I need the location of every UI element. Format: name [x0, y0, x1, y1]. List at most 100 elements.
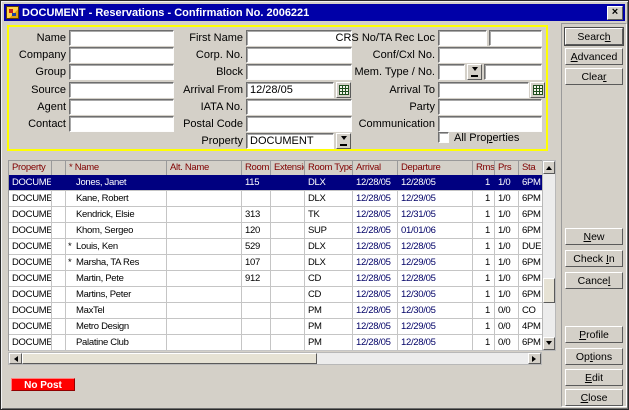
options-button[interactable]: Options: [565, 348, 623, 365]
edit-button[interactable]: Edit: [565, 369, 623, 386]
table-header: Property * NameAlt. NameRoomExtensionRoom…: [8, 160, 543, 175]
cancel-button[interactable]: Cancel: [565, 272, 623, 289]
cell-blank: [52, 223, 66, 238]
block-label: Block: [151, 66, 243, 78]
corp-no-label: Corp. No.: [151, 49, 243, 61]
cell-extension: [271, 223, 305, 238]
cell-room_type: TK: [305, 207, 353, 222]
arrival-to-calendar-button[interactable]: [530, 82, 545, 98]
ta-rec-loc-field[interactable]: [489, 30, 542, 46]
horizontal-scrollbar[interactable]: [8, 352, 542, 365]
scroll-left-icon[interactable]: [9, 353, 22, 364]
row-flag-marker: *: [68, 241, 76, 252]
scroll-up-icon[interactable]: [543, 161, 555, 174]
check-in-button[interactable]: Check In: [565, 250, 623, 267]
cell-departure: 12/28/05: [398, 335, 473, 350]
cell-rms: 1: [473, 303, 495, 318]
crs-no-field[interactable]: [438, 30, 487, 46]
horizontal-scroll-thumb[interactable]: [22, 353, 317, 364]
reservations-window: DOCUMENT - Reservations - Confirmation N…: [0, 0, 629, 410]
column-header[interactable]: Prs: [495, 161, 519, 176]
cell-departure: 12/30/05: [398, 287, 473, 302]
contact-label: Contact: [9, 118, 66, 130]
cell-alt_name: [167, 191, 242, 206]
cell-room_type: PM: [305, 303, 353, 318]
cell-room: 115: [242, 175, 271, 190]
guest-name: Kane, Robert: [76, 193, 128, 204]
cell-room: 107: [242, 255, 271, 270]
search-button[interactable]: Search: [565, 28, 623, 45]
cell-alt_name: [167, 239, 242, 254]
cell-rms: 1: [473, 255, 495, 270]
column-header[interactable]: [52, 161, 66, 176]
profile-button[interactable]: Profile: [565, 326, 623, 343]
column-header[interactable]: Rms: [473, 161, 495, 176]
mem-type-dropdown-button[interactable]: [467, 64, 482, 80]
table-row[interactable]: DOCUMEPalatine ClubPM12/28/0512/28/0510/…: [9, 335, 543, 351]
property-dropdown-button[interactable]: [336, 133, 351, 149]
arrival-to-field[interactable]: [438, 82, 529, 98]
all-properties-checkbox[interactable]: [438, 132, 449, 143]
column-header[interactable]: Departure: [398, 161, 473, 176]
cell-alt_name: [167, 271, 242, 286]
cell-room: [242, 191, 271, 206]
vertical-scroll-thumb[interactable]: [543, 278, 555, 303]
table-row[interactable]: DOCUMEKane, RobertDLX12/28/0512/29/0511/…: [9, 191, 543, 207]
table-row[interactable]: DOCUMEMartin, Pete912CD12/28/0512/28/051…: [9, 271, 543, 287]
guest-name: Louis, Ken: [76, 241, 118, 252]
table-row[interactable]: DOCUMEMaxTelPM12/28/0512/30/0510/0CO: [9, 303, 543, 319]
table-row[interactable]: DOCUME*Louis, Ken529DLX12/28/0512/28/051…: [9, 239, 543, 255]
cell-blank: [52, 207, 66, 222]
column-header[interactable]: Room Type: [305, 161, 353, 176]
titlebar: DOCUMENT - Reservations - Confirmation N…: [4, 4, 625, 21]
cell-arrival: 12/28/05: [353, 207, 398, 222]
cell-rms: 1: [473, 271, 495, 286]
dropdown-icon: [341, 136, 347, 143]
cell-status: 6PM: [519, 191, 543, 206]
table-row[interactable]: DOCUMEKendrick, Elsie313TK12/28/0512/31/…: [9, 207, 543, 223]
table-row[interactable]: DOCUMEMetro DesignPM12/28/0512/29/0510/0…: [9, 319, 543, 335]
column-header[interactable]: * Name: [66, 161, 167, 176]
party-field[interactable]: [438, 99, 542, 115]
cell-alt_name: [167, 335, 242, 350]
cell-prs: 1/0: [495, 255, 519, 270]
table-row[interactable]: DOCUMEMartins, PeterCD12/28/0512/30/0511…: [9, 287, 543, 303]
cell-alt_name: [167, 287, 242, 302]
close-button[interactable]: Close: [565, 389, 623, 406]
cell-property: DOCUME: [9, 303, 52, 318]
cell-blank: [52, 319, 66, 334]
mem-no-field[interactable]: [484, 64, 542, 80]
cell-blank: [52, 303, 66, 318]
cell-room_type: PM: [305, 319, 353, 334]
clear-button[interactable]: Clear: [565, 68, 623, 85]
cell-property: DOCUME: [9, 239, 52, 254]
column-header[interactable]: Sta: [519, 161, 543, 176]
cell-extension: [271, 335, 305, 350]
table-row[interactable]: DOCUME*Marsha, TA Res107DLX12/28/0512/29…: [9, 255, 543, 271]
table-row[interactable]: DOCUMEKhom, Sergeo120SUP12/28/0501/01/06…: [9, 223, 543, 239]
column-header[interactable]: Property: [9, 161, 52, 176]
vertical-scrollbar[interactable]: [542, 160, 556, 351]
app-icon: [6, 6, 19, 19]
column-header[interactable]: Extension: [271, 161, 305, 176]
cell-prs: 0/0: [495, 335, 519, 350]
postal-code-label: Postal Code: [151, 118, 243, 130]
cell-property: DOCUME: [9, 207, 52, 222]
cell-rms: 1: [473, 191, 495, 206]
table-row[interactable]: DOCUMEJones, Janet115DLX12/28/0512/28/05…: [9, 175, 543, 191]
cell-name: *Marsha, TA Res: [66, 255, 167, 270]
close-icon[interactable]: ×: [607, 6, 623, 20]
scroll-right-icon[interactable]: [528, 353, 541, 364]
communication-field[interactable]: [438, 116, 542, 132]
conf-cxl-no-field[interactable]: [438, 47, 542, 63]
cell-arrival: 12/28/05: [353, 319, 398, 334]
scroll-down-icon[interactable]: [543, 337, 555, 350]
column-header[interactable]: Arrival: [353, 161, 398, 176]
guest-name: Metro Design: [76, 321, 129, 332]
mem-type-field[interactable]: [438, 64, 465, 80]
column-header[interactable]: Room: [242, 161, 271, 176]
column-header[interactable]: Alt. Name: [167, 161, 242, 176]
advanced-button[interactable]: Advanced: [565, 48, 623, 65]
new-button[interactable]: New: [565, 228, 623, 245]
property-field[interactable]: [246, 133, 334, 149]
